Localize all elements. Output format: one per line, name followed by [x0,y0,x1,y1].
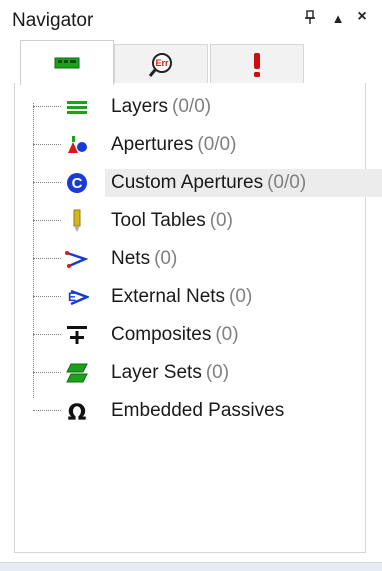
tree-item-count: (0) [215,324,239,345]
composites-icon [65,323,89,347]
tree-branch [33,296,61,297]
tab-strip: Err [14,40,366,85]
pin-icon[interactable] [300,8,320,32]
tree-branch [33,182,61,183]
pcb-board-icon [54,57,80,69]
layers-icon [65,95,89,119]
panel-title: Navigator [12,10,94,31]
tree-branch [33,372,61,373]
tree-branch [33,258,61,259]
tree-item-label: Embedded Passives [111,400,285,421]
tab-errors[interactable]: Err [114,44,208,84]
tree-item-count: (0/0) [172,96,212,117]
tree-branch [33,334,61,335]
omega-icon: Ω [65,399,89,426]
navigator-panel: Navigator ▲ × Err Layers (0/0) Apertures… [0,0,382,571]
maximize-icon[interactable]: ▲ [328,11,348,35]
tree-item-count: (0) [229,286,253,307]
svg-text:Err: Err [155,58,169,68]
tree-item-count: (0) [205,362,230,383]
tree-item-count: (0) [154,248,178,269]
svg-text:C: C [72,175,83,192]
svg-text:Ω: Ω [68,401,87,423]
tree-item-label: Composites [111,324,212,345]
nets-icon [65,247,89,271]
tree-item-label: Layers [111,96,169,117]
external-nets-icon: E [65,285,91,309]
tree-item-count: (0) [209,210,233,231]
close-icon[interactable]: × [352,8,372,32]
tool-tables-icon [65,209,89,233]
apertures-icon [65,133,89,157]
svg-text:E: E [68,290,76,304]
tree-item-custom-apertures[interactable]: C Custom Apertures (0/0) [33,169,382,197]
tree-branch [33,106,61,107]
tree-branch [33,220,61,221]
tree-branch [33,410,61,411]
custom-apertures-icon: C [65,171,89,195]
tree-item-label: Apertures [111,134,194,155]
tree-item-nets[interactable]: Nets (0) [33,245,363,273]
tree-item-external-nets[interactable]: E External Nets (0) [33,283,363,311]
title-bar: Navigator ▲ × [0,0,382,40]
tree-item-label: Tool Tables [111,210,206,231]
exclamation-icon [254,52,260,77]
tree-item-label: External Nets [111,286,226,307]
tree-item-count: (0/0) [267,172,307,193]
tree-item-tool-tables[interactable]: Tool Tables (0) [33,207,363,235]
tree-item-layer-sets[interactable]: Layer Sets (0) [33,359,363,387]
tree-item-label: Layer Sets [111,362,202,383]
tree-item-composites[interactable]: Composites (0) [33,321,363,349]
tree-item-count: (0/0) [197,134,237,155]
tree-item-label: Nets [111,248,151,269]
tree-item-embedded-passives[interactable]: Ω Embedded Passives [33,397,363,426]
tree-item-apertures[interactable]: Apertures (0/0) [33,131,363,159]
magnifier-err-icon: Err [148,52,172,77]
layer-sets-icon [65,361,89,385]
tab-layers[interactable] [20,40,114,85]
tree-branch [33,144,61,145]
tree-item-label: Custom Apertures [111,172,264,193]
tree-item-layers[interactable]: Layers (0/0) [33,93,363,121]
tab-alerts[interactable] [210,44,304,84]
